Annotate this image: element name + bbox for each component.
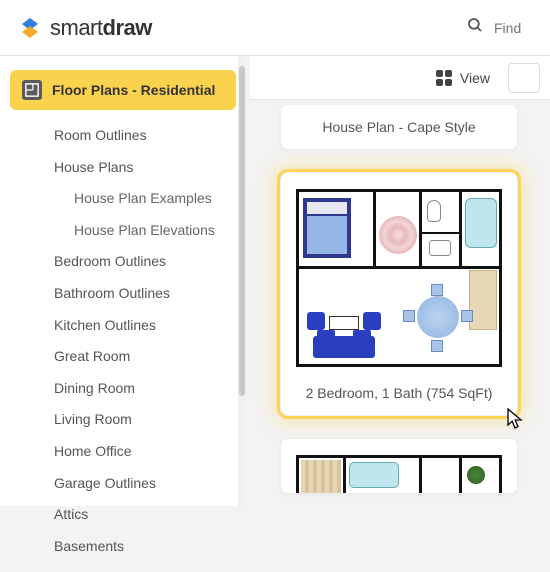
- sidebar-scrollbar[interactable]: [238, 56, 246, 506]
- template-caption: House Plan - Cape Style: [281, 105, 517, 149]
- view-toggle-button[interactable]: View: [426, 65, 500, 91]
- search-icon: [466, 16, 484, 39]
- floorplan-thumbnail: [296, 189, 502, 367]
- tree-item[interactable]: Home Office: [0, 436, 246, 468]
- tree-item[interactable]: Dining Room: [0, 373, 246, 405]
- category-label: Floor Plans - Residential: [52, 82, 215, 98]
- category-pill-active[interactable]: Floor Plans - Residential: [10, 70, 236, 110]
- toolbar-extra-button[interactable]: [508, 63, 540, 93]
- tree-item[interactable]: Basements: [0, 531, 246, 563]
- brand-logo[interactable]: smartdraw: [18, 15, 152, 41]
- template-gallery: House Plan - Cape Style 2 Bedroom, 1 Bat…: [246, 56, 550, 506]
- tree-item[interactable]: Bathroom Outlines: [0, 278, 246, 310]
- brand-mark-icon: [18, 16, 42, 40]
- tree-item[interactable]: Kitchen Outlines: [0, 310, 246, 342]
- search-input[interactable]: [494, 20, 532, 36]
- grid-icon: [436, 70, 452, 86]
- tree-item[interactable]: Bedroom Outlines: [0, 246, 246, 278]
- template-caption: 2 Bedroom, 1 Bath (754 SqFt): [281, 371, 517, 415]
- template-card[interactable]: House Plan - Cape Style: [280, 104, 518, 150]
- template-tree: Room Outlines House Plans House Plan Exa…: [0, 116, 246, 572]
- tree-item[interactable]: Attics: [0, 499, 246, 531]
- tree-item[interactable]: Room Outlines: [0, 120, 246, 152]
- tree-item[interactable]: House Plan Examples: [0, 183, 246, 215]
- tree-item[interactable]: Living Room: [0, 404, 246, 436]
- tree-item[interactable]: Great Room: [0, 341, 246, 373]
- template-sidebar: Floor Plans - Residential Room Outlines …: [0, 56, 246, 506]
- template-card-selected[interactable]: 2 Bedroom, 1 Bath (754 SqFt): [280, 172, 518, 416]
- tree-item[interactable]: House Plans: [0, 152, 246, 184]
- view-label: View: [460, 70, 490, 86]
- brand-text: smartdraw: [50, 15, 152, 41]
- floorplan-icon: [22, 80, 42, 100]
- gallery-toolbar: View: [250, 56, 550, 100]
- tree-item[interactable]: House Plan Elevations: [0, 215, 246, 247]
- search-box[interactable]: [466, 16, 532, 39]
- template-card[interactable]: [280, 438, 518, 494]
- floorplan-thumbnail: [296, 455, 502, 493]
- tree-item[interactable]: Garage Outlines: [0, 468, 246, 500]
- app-header: smartdraw: [0, 0, 550, 56]
